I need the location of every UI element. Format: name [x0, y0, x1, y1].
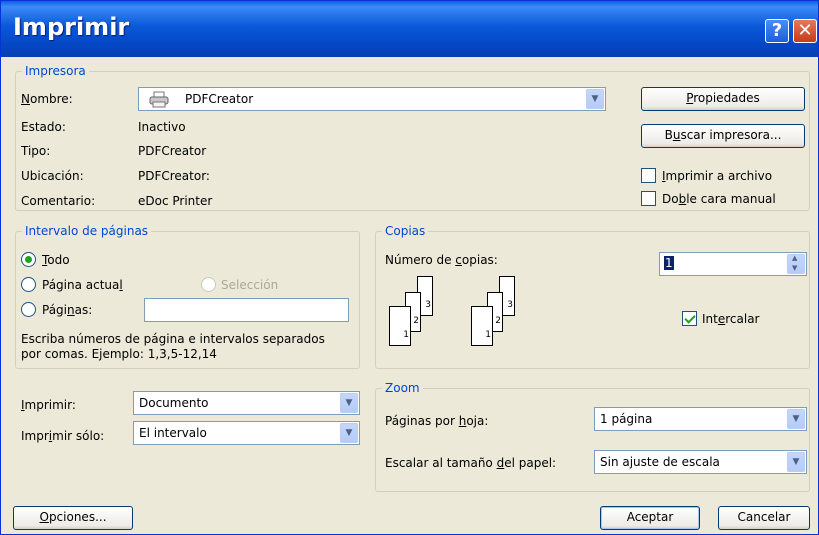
chevron-down-icon[interactable]: ▼ — [787, 452, 805, 472]
print-dialog: Imprimir ? ✕ Impresora Nombre: PDFCreato… — [0, 0, 819, 535]
printer-name-label: Nombre: — [21, 92, 73, 106]
scale-to-paper-label: Escalar al tamaño del papel: — [385, 456, 557, 470]
selection-label: Selección — [221, 278, 279, 292]
current-page-label[interactable]: Página actual — [42, 278, 123, 292]
chevron-down-icon[interactable]: ▼ — [340, 393, 358, 413]
chevron-down-icon[interactable]: ▼ — [586, 89, 604, 109]
page-range-hint-line1: Escriba números de página e intervalos s… — [21, 332, 325, 346]
print-only-value: El intervalo — [139, 426, 207, 440]
current-page-radio[interactable] — [21, 277, 36, 292]
printer-name-value: PDFCreator — [185, 92, 254, 106]
pages-radio[interactable] — [21, 302, 36, 317]
number-of-copies-value: 1 — [664, 256, 674, 270]
collate-illustration-second: 3 2 1 — [467, 275, 517, 351]
printer-icon — [149, 91, 169, 108]
page-range-hint-line2: por comas. Ejemplo: 1,3,5-12,14 — [21, 347, 217, 361]
type-value: PDFCreator — [138, 144, 207, 158]
scale-to-paper-value: Sin ajuste de escala — [600, 455, 720, 469]
manual-duplex-label[interactable]: Doble cara manual — [662, 192, 776, 206]
pages-label[interactable]: Páginas: — [42, 303, 92, 317]
printer-group-title: Impresora — [22, 64, 89, 78]
pages-input[interactable] — [144, 298, 349, 322]
spin-down-icon[interactable]: ▼ — [792, 264, 797, 272]
comment-value: eDoc Printer — [138, 194, 213, 208]
collate-label[interactable]: Intercalar — [702, 312, 760, 326]
pages-per-sheet-label: Páginas por hoja: — [385, 414, 489, 428]
options-button[interactable]: Opciones... — [13, 506, 133, 530]
scale-to-paper-select[interactable]: Sin ajuste de escala ▼ — [594, 450, 807, 474]
number-of-copies-input[interactable]: 1 ▲ ▼ — [659, 252, 807, 276]
properties-button[interactable]: Propiedades — [641, 87, 805, 111]
print-what-select[interactable]: Documento ▼ — [133, 391, 360, 415]
page-range-group-title: Intervalo de páginas — [22, 224, 152, 238]
print-only-label: Imprimir sólo: — [21, 429, 105, 443]
window-title: Imprimir — [13, 13, 130, 41]
selection-radio[interactable] — [201, 277, 216, 292]
title-bar[interactable]: Imprimir ? ✕ — [1, 1, 818, 57]
zoom-group: Zoom — [375, 381, 810, 492]
location-label: Ubicación: — [21, 169, 84, 183]
collate-illustration-first: 3 2 1 — [385, 275, 435, 351]
printer-name-select[interactable]: PDFCreator ▼ — [138, 87, 606, 111]
comment-label: Comentario: — [21, 194, 96, 208]
all-pages-label[interactable]: Todo — [42, 253, 70, 267]
find-printer-button[interactable]: Buscar impresora... — [641, 124, 805, 148]
print-to-file-label[interactable]: Imprimir a archivo — [662, 169, 772, 183]
chevron-down-icon[interactable]: ▼ — [340, 423, 358, 443]
copies-spinner[interactable]: ▲ ▼ — [787, 254, 805, 274]
spin-up-icon[interactable]: ▲ — [792, 254, 797, 262]
close-button[interactable]: ✕ — [793, 19, 817, 43]
chevron-down-icon[interactable]: ▼ — [787, 409, 805, 429]
print-to-file-checkbox[interactable] — [641, 168, 656, 183]
print-what-value: Documento — [139, 396, 209, 410]
help-button[interactable]: ? — [765, 19, 789, 43]
collate-checkbox[interactable] — [682, 311, 697, 326]
status-value: Inactivo — [138, 120, 186, 134]
zoom-group-title: Zoom — [382, 381, 423, 395]
print-what-label: Imprimir: — [21, 398, 76, 412]
type-label: Tipo: — [21, 144, 51, 158]
ok-button[interactable]: Aceptar — [600, 506, 700, 530]
pages-per-sheet-value: 1 página — [600, 412, 653, 426]
print-only-select[interactable]: El intervalo ▼ — [133, 421, 360, 445]
all-pages-radio[interactable] — [21, 252, 36, 267]
status-label: Estado: — [21, 120, 66, 134]
copies-group-title: Copias — [382, 224, 429, 238]
page-1: 1 — [389, 306, 411, 346]
page-1: 1 — [471, 306, 493, 346]
pages-per-sheet-select[interactable]: 1 página ▼ — [594, 407, 807, 431]
cancel-button[interactable]: Cancelar — [718, 506, 810, 530]
location-value: PDFCreator: — [138, 169, 210, 183]
number-of-copies-label: Número de copias: — [385, 253, 498, 267]
manual-duplex-checkbox[interactable] — [641, 191, 656, 206]
